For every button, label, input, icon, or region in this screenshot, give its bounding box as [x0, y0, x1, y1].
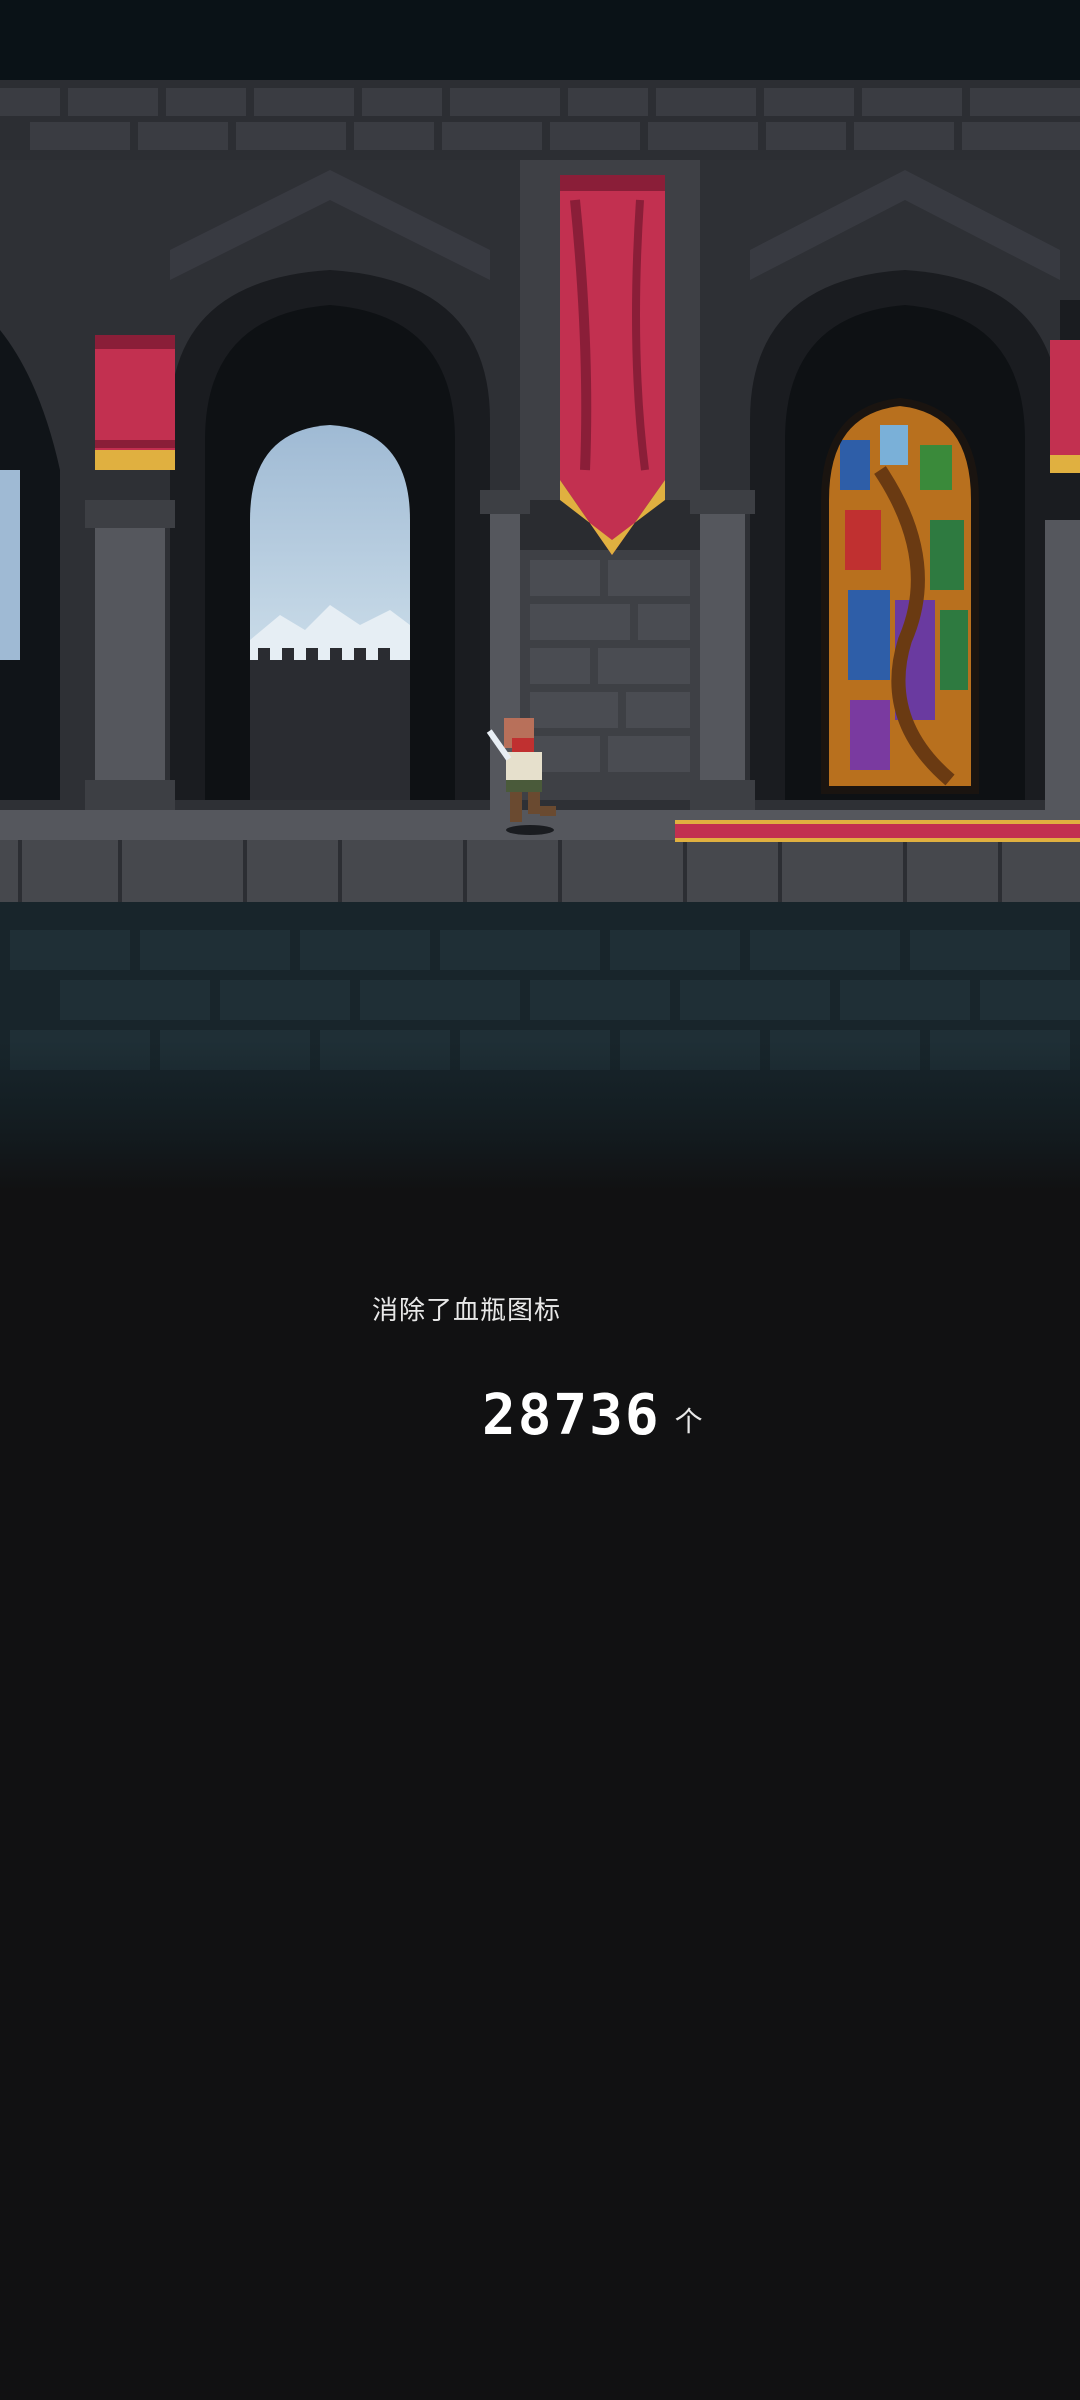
- stat-unit: 个: [674, 1405, 703, 1438]
- game-screen: 消除了血瓶图标 28736 个: [0, 0, 1080, 2400]
- red-carpet: [675, 820, 1080, 842]
- banner-right: [1050, 340, 1080, 473]
- left-arch: [170, 270, 490, 800]
- floor-face: [0, 840, 1080, 902]
- banner-left: [95, 335, 175, 470]
- stat-value-row: 28736 个: [482, 1372, 703, 1444]
- castle-hall-scene: [0, 0, 1080, 1190]
- right-arch: [750, 270, 1060, 800]
- banner-center: [560, 175, 665, 555]
- stat-label: 消除了血瓶图标: [372, 1296, 562, 1326]
- night-sky-band: [0, 0, 1080, 80]
- stat-value: 28736: [482, 1383, 661, 1448]
